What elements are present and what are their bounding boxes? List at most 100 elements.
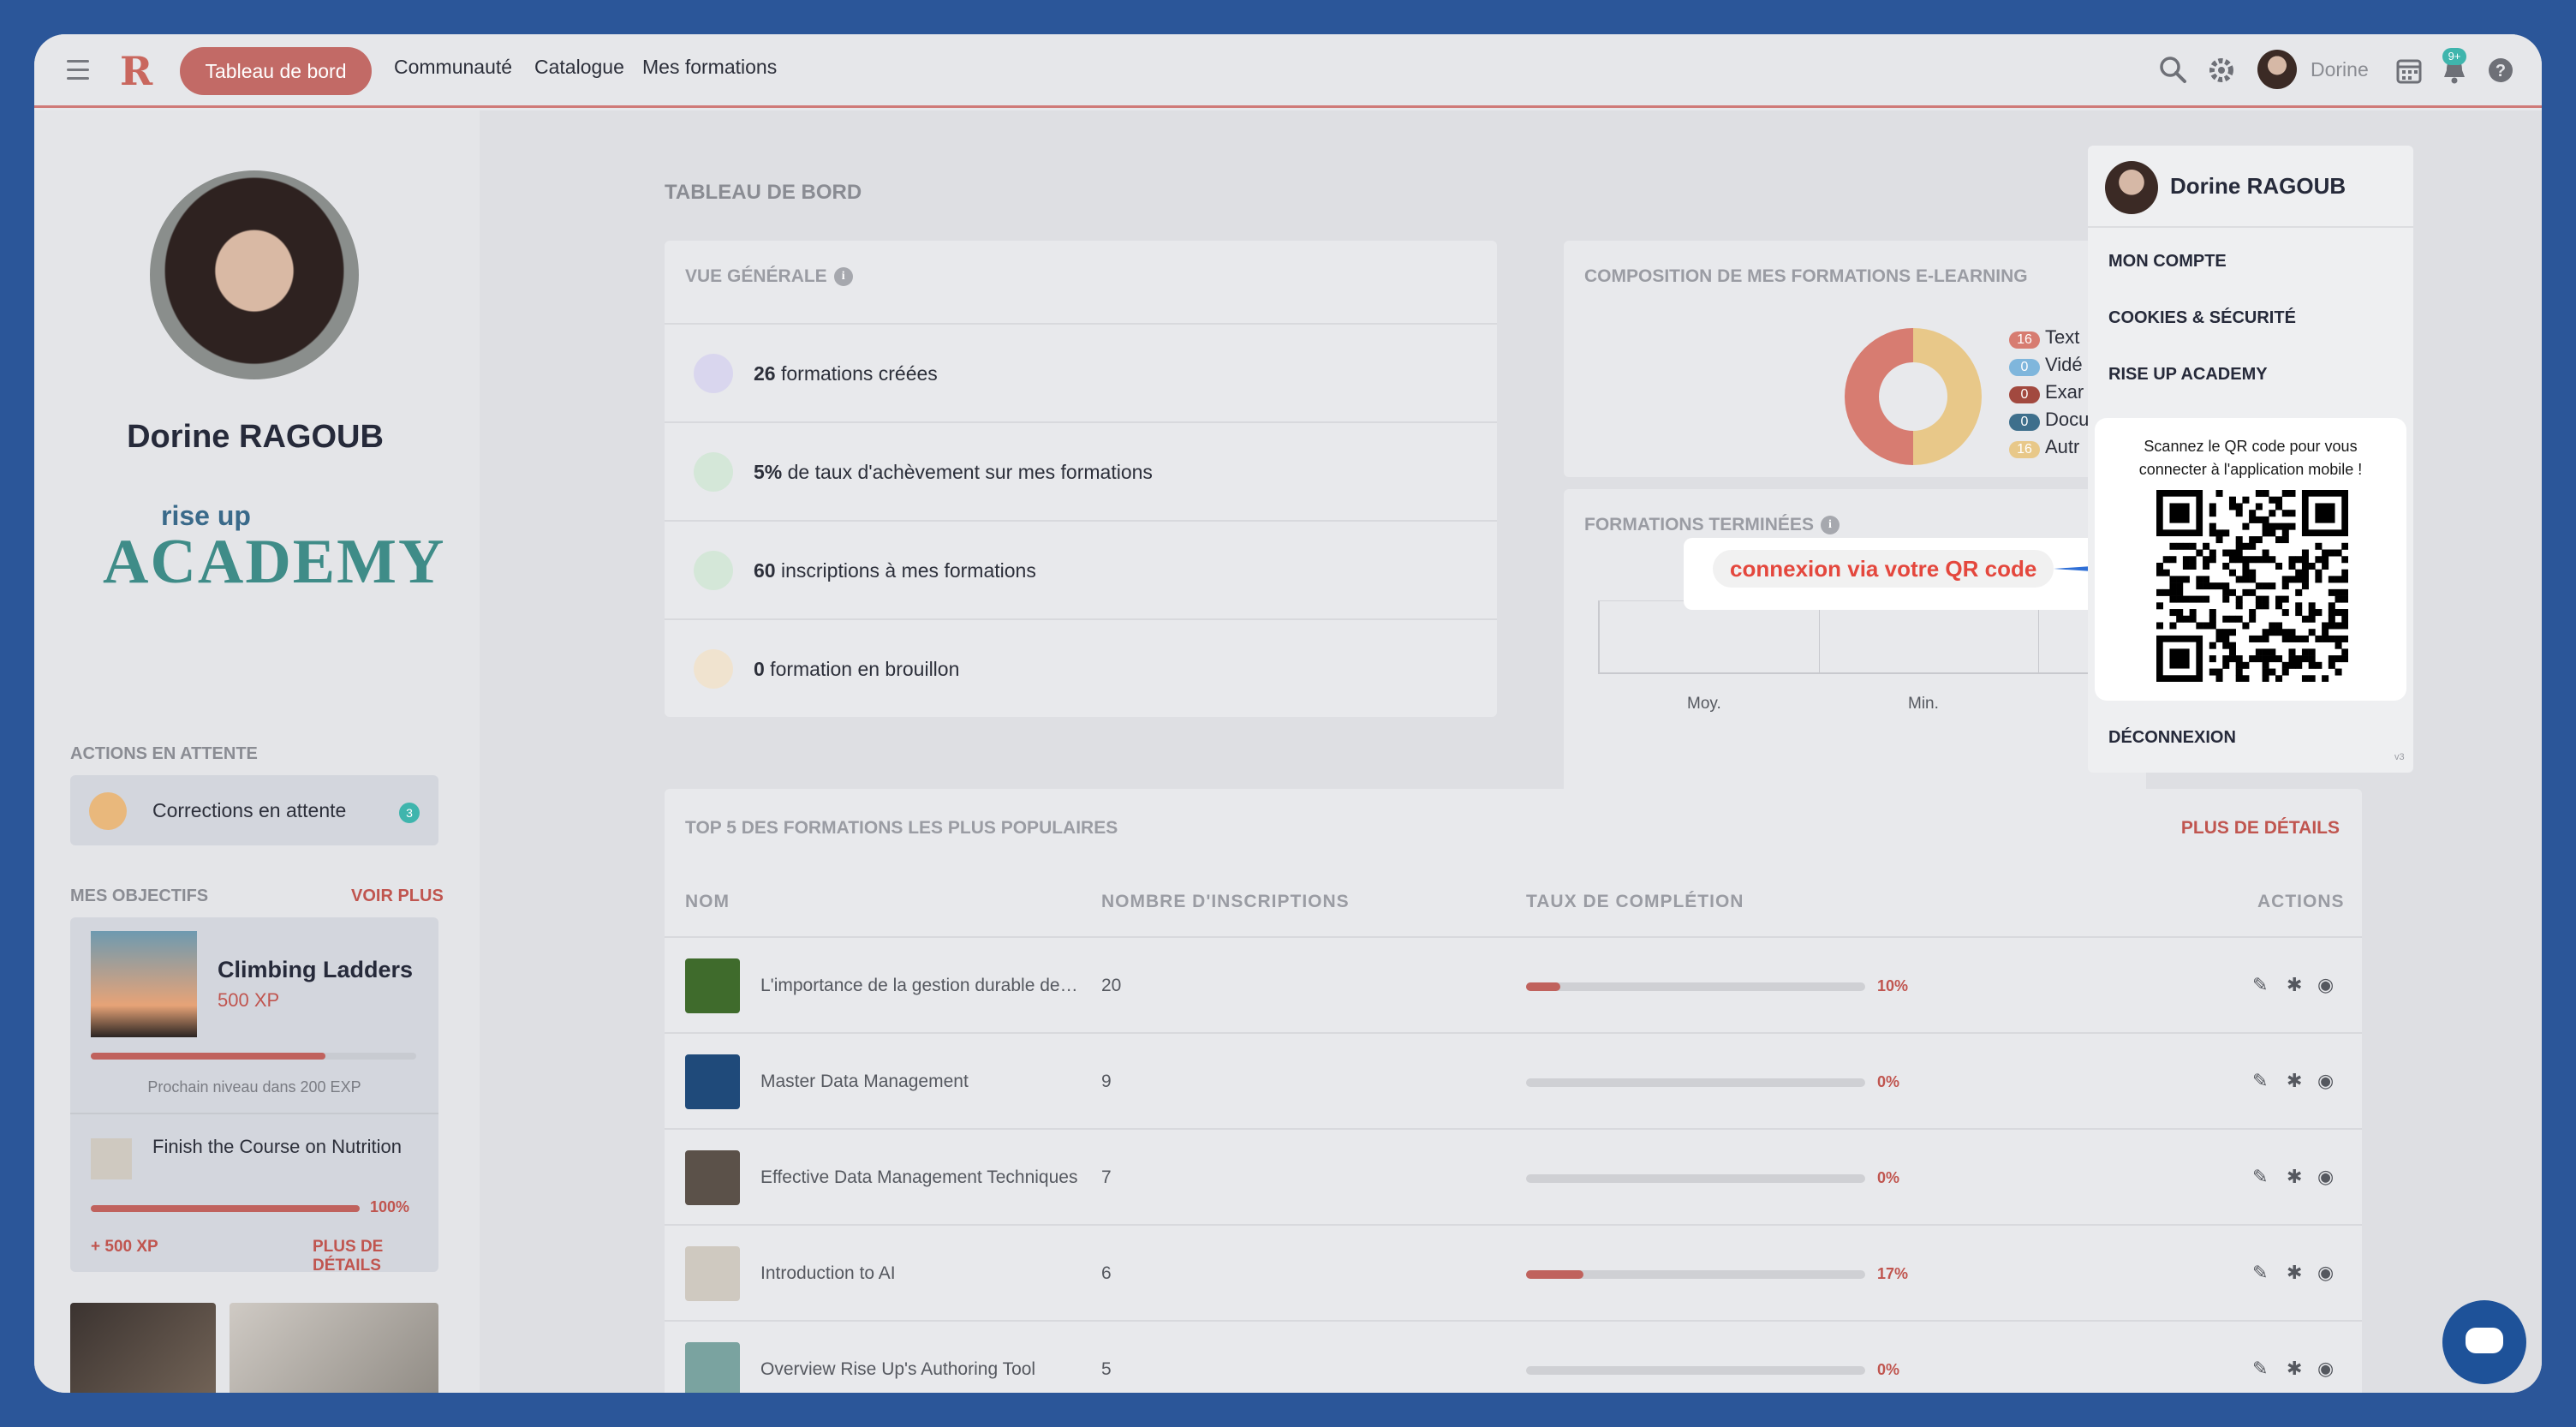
menu-item-rise-up-academy[interactable]: RISE UP ACADEMY <box>2108 365 2268 385</box>
user-name[interactable]: Dorine <box>2311 58 2369 81</box>
view-icon[interactable]: ◉ <box>2317 1070 2334 1092</box>
enrollment-count: 20 <box>1101 976 1122 995</box>
objectives-card: Climbing Ladders 500 XP Prochain niveau … <box>70 917 438 1275</box>
pencil-icon <box>89 792 127 830</box>
hamburger-menu-icon[interactable] <box>67 60 89 81</box>
actions-title: ACTIONS EN ATTENTE <box>70 744 258 763</box>
course-name[interactable]: Overview Rise Up's Authoring Tool <box>760 1359 1079 1380</box>
course-thumbnail[interactable] <box>685 1246 740 1301</box>
course-name[interactable]: Introduction to AI <box>760 1263 1079 1284</box>
goal2-title: Finish the Course on Nutrition <box>152 1136 402 1157</box>
help-icon[interactable]: ? <box>2485 55 2516 86</box>
enrollment-count: 9 <box>1101 1072 1112 1091</box>
nav-catalogue[interactable]: Catalogue <box>534 56 624 79</box>
user-avatar[interactable] <box>2257 50 2297 89</box>
column-header-actions: ACTIONS <box>2257 892 2345 911</box>
goal1-title: Climbing Ladders <box>218 957 414 982</box>
rise-up-academy-logo: rise up ACADEMY <box>103 500 444 597</box>
profile-avatar[interactable] <box>150 170 359 379</box>
calendar-icon[interactable] <box>2394 55 2424 86</box>
legend-item: 16 Text <box>2009 326 2084 349</box>
view-icon[interactable]: ◉ <box>2317 1358 2334 1380</box>
edit-icon[interactable]: ✎ <box>2252 1166 2268 1188</box>
legend-item: 0 Exar <box>2009 381 2089 403</box>
completion-percent: 10% <box>1877 977 1909 994</box>
column-header-nom[interactable]: NOM <box>685 892 730 912</box>
objectives-details-link[interactable]: PLUS DE DÉTAILS <box>313 1238 438 1275</box>
menu-item-deconnexion[interactable]: DÉCONNEXION <box>2108 728 2236 748</box>
user-add-icon <box>694 551 733 590</box>
corrections-count-badge: 3 <box>399 803 420 823</box>
course-name[interactable]: Effective Data Management Techniques <box>760 1167 1079 1188</box>
course-thumbnail[interactable] <box>685 958 740 1013</box>
table-row[interactable]: Effective Data Management Techniques 7 0% ✎… <box>665 1128 2362 1224</box>
app-logo[interactable]: R <box>120 48 152 94</box>
reward-xp: + 500 XP <box>91 1238 158 1256</box>
edit-icon[interactable]: ✎ <box>2252 1358 2268 1380</box>
promo-image[interactable] <box>230 1303 438 1393</box>
completion-bar <box>1526 1270 1865 1279</box>
menu-item-mon-compte[interactable]: MON COMPTE <box>2108 252 2227 272</box>
composition-title: COMPOSITION DE MES FORMATIONS E-LEARNING <box>1584 266 2028 286</box>
corrections-item[interactable]: Corrections en attente 3 <box>70 775 438 845</box>
table-row[interactable]: L'importance de la gestion durable de ..… <box>665 936 2362 1032</box>
view-icon[interactable]: ◉ <box>2317 1262 2334 1284</box>
nav-mes-formations[interactable]: Mes formations <box>642 56 777 79</box>
gear-icon[interactable] <box>2206 55 2237 86</box>
top5-details-link[interactable]: PLUS DE DÉTAILS <box>2181 818 2340 839</box>
chat-button[interactable] <box>2442 1300 2526 1384</box>
course-thumbnail[interactable] <box>685 1342 740 1393</box>
settings-icon[interactable]: ✱ <box>2287 974 2302 996</box>
view-icon[interactable]: ◉ <box>2317 1166 2334 1188</box>
tab-tableau-de-bord[interactable]: Tableau de bord <box>180 47 372 95</box>
clipboard-icon <box>694 452 733 492</box>
overview-row: 60 inscriptions à mes formations <box>665 520 1497 618</box>
finished-title: FORMATIONS TERMINÉES i <box>1584 515 1840 535</box>
settings-icon[interactable]: ✱ <box>2287 1262 2302 1284</box>
notification-badge: 9+ <box>2442 48 2466 65</box>
search-icon[interactable] <box>2158 55 2189 86</box>
menu-item-cookies-securite[interactable]: COOKIES & SÉCURITÉ <box>2108 308 2296 328</box>
table-row[interactable]: Master Data Management 9 0% ✎ ✱ ◉ <box>665 1032 2362 1128</box>
view-icon[interactable]: ◉ <box>2317 974 2334 996</box>
goal1-progress-bar <box>91 1053 416 1060</box>
page-title: TABLEAU DE BORD <box>665 181 862 204</box>
goal2-percent: 100% <box>370 1198 410 1215</box>
voir-plus-link[interactable]: VOIR PLUS <box>351 887 444 906</box>
overview-row: 26 formations créées <box>665 323 1497 421</box>
finished-chart <box>1598 600 2112 674</box>
nav-communaute[interactable]: Communauté <box>394 56 512 79</box>
chart-tick-label: Min. <box>1908 695 1939 713</box>
dropdown-user-name: Dorine RAGOUB <box>2170 173 2346 199</box>
settings-icon[interactable]: ✱ <box>2287 1070 2302 1092</box>
promo-image[interactable] <box>70 1303 216 1393</box>
goal2-progress-bar <box>91 1205 360 1212</box>
edit-icon[interactable]: ✎ <box>2252 1070 2268 1092</box>
top-navigation-bar: R Tableau de bord Communauté Catalogue M… <box>34 34 2542 108</box>
course-name[interactable]: Master Data Management <box>760 1072 1079 1092</box>
table-row[interactable]: Overview Rise Up's Authoring Tool 5 0% ✎ ✱ ◉ <box>665 1320 2362 1393</box>
course-thumbnail[interactable] <box>685 1054 740 1109</box>
corrections-label: Corrections en attente <box>152 799 347 821</box>
info-icon[interactable]: i <box>833 267 853 287</box>
legend-item: 16 Autr <box>2009 436 2084 458</box>
dropdown-avatar <box>2105 161 2158 214</box>
settings-icon[interactable]: ✱ <box>2287 1166 2302 1188</box>
draft-icon <box>694 649 733 689</box>
edit-icon[interactable]: ✎ <box>2252 974 2268 996</box>
completion-bar <box>1526 1078 1865 1087</box>
objectives-title: MES OBJECTIFS <box>70 887 209 905</box>
enrollment-count: 6 <box>1101 1263 1112 1283</box>
legend-item: 0 Docu <box>2009 409 2094 431</box>
column-header-completion[interactable]: TAUX DE COMPLÉTION <box>1526 892 1744 912</box>
version-label: v3 <box>2394 752 2405 762</box>
course-thumbnail[interactable] <box>685 1150 740 1205</box>
course-name[interactable]: L'importance de la gestion durable de ..… <box>760 976 1079 996</box>
goal-image <box>91 931 197 1037</box>
settings-icon[interactable]: ✱ <box>2287 1358 2302 1380</box>
info-icon[interactable]: i <box>1820 516 1840 535</box>
completion-percent: 17% <box>1877 1265 1909 1282</box>
table-row[interactable]: Introduction to AI 6 17% ✎ ✱ ◉ <box>665 1224 2362 1320</box>
edit-icon[interactable]: ✎ <box>2252 1262 2268 1284</box>
column-header-inscriptions[interactable]: NOMBRE D'INSCRIPTIONS <box>1101 892 1350 912</box>
